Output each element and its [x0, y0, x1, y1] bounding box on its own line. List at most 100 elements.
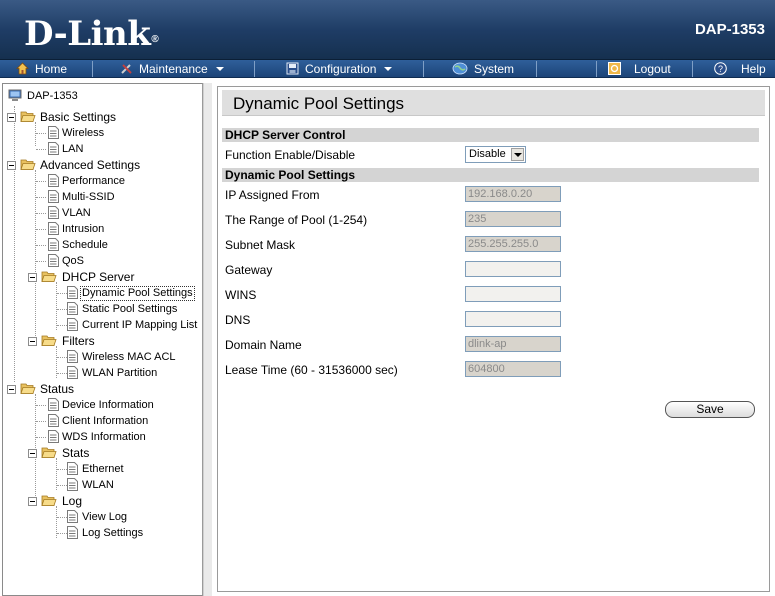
header-banner: D-Link® DAP-1353	[0, 0, 775, 60]
collapse-icon[interactable]	[28, 497, 37, 506]
tree-advanced-settings-label: Advanced Settings	[40, 158, 141, 172]
collapse-icon[interactable]	[28, 273, 37, 282]
menu-configuration[interactable]: Configuration	[286, 60, 393, 78]
page-icon	[67, 318, 78, 331]
chevron-down-icon	[384, 67, 393, 71]
folder-open-icon	[20, 383, 36, 394]
page-icon	[48, 142, 59, 155]
menu-system[interactable]: System	[452, 60, 514, 78]
tree-connector	[56, 282, 57, 330]
tree-connector	[36, 149, 46, 150]
tree-device-info-label: Device Information	[62, 399, 154, 411]
tree-stats-label: Stats	[62, 446, 90, 460]
page-icon	[48, 398, 59, 411]
page-icon	[48, 414, 59, 427]
ip-assigned-from-label: IP Assigned From	[225, 188, 320, 202]
tree-wlan-partition-label: WLAN Partition	[82, 367, 158, 379]
tree-connector	[36, 197, 46, 198]
tree-scrollbar[interactable]	[203, 83, 212, 596]
tree-wlan-label: WLAN	[82, 479, 114, 491]
subnet-mask-input[interactable]	[465, 236, 561, 252]
tree-connector	[57, 373, 67, 374]
tree-connector	[57, 517, 67, 518]
tree-dhcp-server-label: DHCP Server	[62, 270, 135, 284]
page-icon	[67, 350, 78, 363]
tree-log-label: Log	[62, 494, 83, 508]
computer-icon	[8, 89, 22, 101]
page-icon	[48, 174, 59, 187]
tree-wireless-mac-acl-label: Wireless MAC ACL	[82, 351, 176, 363]
tree-connector	[14, 106, 15, 382]
tree-connector	[36, 213, 46, 214]
ip-assigned-from-input[interactable]	[465, 186, 561, 202]
page-icon	[48, 222, 59, 235]
tree-connector	[36, 245, 46, 246]
tree-intrusion-label: Intrusion	[62, 223, 105, 235]
page-title-bar: Dynamic Pool Settings	[222, 90, 765, 116]
menu-divider	[692, 61, 693, 77]
menu-maintenance[interactable]: Maintenance	[120, 60, 224, 78]
page-icon	[48, 126, 59, 139]
tree-status-label: Status	[40, 382, 75, 396]
tree-basic-settings-label: Basic Settings	[40, 110, 117, 124]
registered-mark: ®	[151, 34, 159, 45]
section-dynamic-pool-settings: Dynamic Pool Settings	[222, 168, 759, 182]
model-name: DAP-1353	[694, 21, 765, 38]
gateway-label: Gateway	[225, 263, 273, 277]
tree-connector	[57, 309, 67, 310]
page-icon	[48, 238, 59, 251]
tree-connector	[36, 229, 46, 230]
menu-help-label: Help	[741, 62, 766, 76]
menu-home[interactable]: Home	[16, 60, 67, 78]
tree-root-label: DAP-1353	[27, 90, 78, 102]
disk-icon	[286, 62, 299, 75]
page-icon	[67, 510, 78, 523]
lease-time-input[interactable]	[465, 361, 561, 377]
function-enable-select[interactable]: Disable	[465, 146, 526, 163]
tree-connector	[57, 469, 67, 470]
collapse-icon[interactable]	[7, 113, 16, 122]
dns-input[interactable]	[465, 311, 561, 327]
section-dhcp-server-control: DHCP Server Control	[222, 128, 759, 142]
menu-logout-label: Logout	[634, 62, 671, 76]
page-icon	[48, 190, 59, 203]
menu-bar: Home Maintenance Configuration System Lo…	[0, 60, 775, 78]
folder-open-icon	[20, 159, 36, 170]
gateway-input[interactable]	[465, 261, 561, 277]
tree-wireless-label: Wireless	[62, 127, 105, 139]
tree-wds-info-label: WDS Information	[62, 431, 146, 443]
tree-lan-label: LAN	[62, 143, 84, 155]
wins-label: WINS	[225, 288, 257, 302]
menu-divider	[92, 61, 93, 77]
dlink-logo: D-Link®	[24, 14, 159, 54]
menu-help[interactable]: ? Help	[714, 60, 766, 78]
collapse-icon[interactable]	[7, 385, 16, 394]
chevron-down-icon[interactable]	[511, 148, 524, 161]
tree-connector	[36, 133, 46, 134]
folder-open-icon	[41, 271, 57, 282]
tree-connector	[57, 293, 67, 294]
tree-connector	[57, 533, 67, 534]
domain-name-input[interactable]	[465, 336, 561, 352]
help-icon: ?	[714, 62, 727, 75]
menu-logout[interactable]: Logout	[608, 60, 671, 78]
wins-input[interactable]	[465, 286, 561, 302]
pool-range-input[interactable]	[465, 211, 561, 227]
page-icon	[67, 286, 78, 299]
function-enable-label: Function Enable/Disable	[225, 148, 356, 162]
tree-static-pool-label: Static Pool Settings	[82, 303, 178, 315]
collapse-icon[interactable]	[7, 161, 16, 170]
logo-text: D-Link	[24, 14, 151, 54]
dns-label: DNS	[225, 313, 251, 327]
menu-system-label: System	[474, 62, 515, 76]
save-button[interactable]: Save	[665, 401, 755, 418]
pool-range-label: The Range of Pool (1-254)	[225, 213, 368, 227]
collapse-icon[interactable]	[28, 337, 37, 346]
tree-qos-label: QoS	[62, 255, 85, 267]
tree-connector	[36, 261, 46, 262]
tree-connector	[36, 421, 46, 422]
menu-divider	[536, 61, 537, 77]
page-icon	[67, 526, 78, 539]
page-icon	[48, 254, 59, 267]
collapse-icon[interactable]	[28, 449, 37, 458]
